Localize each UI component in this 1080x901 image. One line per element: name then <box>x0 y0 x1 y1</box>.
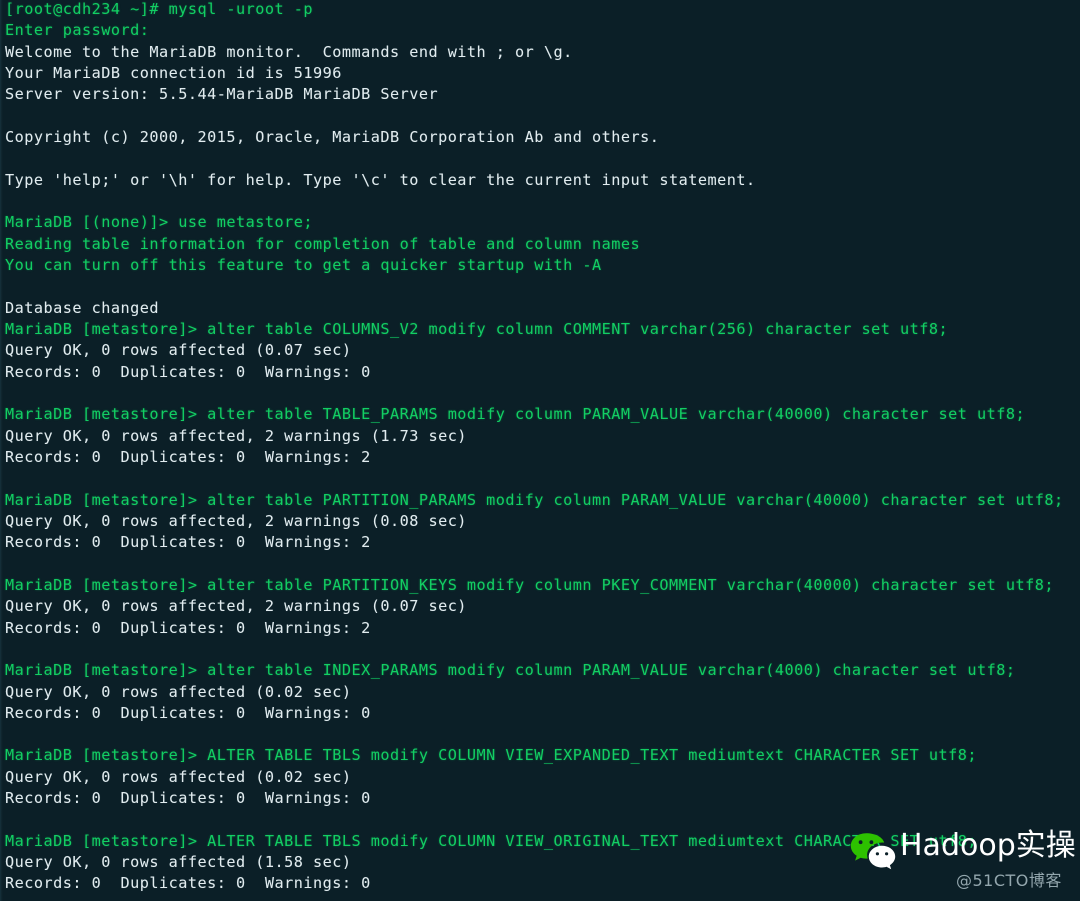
terminal-line: Records: 0 Duplicates: 0 Warnings: 2 <box>5 533 371 552</box>
terminal-line: Records: 0 Duplicates: 0 Warnings: 0 <box>5 789 371 808</box>
terminal-line: MariaDB [metastore]> alter table COLUMNS… <box>5 319 949 338</box>
terminal-line: Your MariaDB connection id is 51996 <box>5 63 342 82</box>
terminal-line: Query OK, 0 rows affected (0.02 sec) <box>5 682 352 701</box>
terminal-line: Query OK, 0 rows affected, 2 warnings (0… <box>5 597 467 616</box>
terminal-line: Copyright (c) 2000, 2015, Oracle, MariaD… <box>5 127 660 146</box>
terminal-line: Database changed <box>5 298 159 317</box>
terminal-line: Records: 0 Duplicates: 0 Warnings: 0 <box>5 874 371 893</box>
terminal-line: Type 'help;' or '\h' for help. Type '\c'… <box>5 170 756 189</box>
terminal-line: Query OK, 0 rows affected (0.02 sec) <box>5 767 352 786</box>
terminal-line: MariaDB [metastore]> ALTER TABLE TBLS mo… <box>5 746 977 765</box>
terminal-line: Enter password: <box>5 21 150 40</box>
terminal-line: Reading table information for completion… <box>5 234 641 253</box>
terminal-line: MariaDB [(none)]> use metastore; <box>5 213 313 232</box>
terminal-line: Query OK, 0 rows affected, 2 warnings (0… <box>5 511 467 530</box>
terminal-line: Records: 0 Duplicates: 0 Warnings: 0 <box>5 362 371 381</box>
terminal-line: Query OK, 0 rows affected (0.07 sec) <box>5 341 352 360</box>
terminal-line: MariaDB [metastore]> alter table PARTITI… <box>5 490 1064 509</box>
terminal-line: You can turn off this feature to get a q… <box>5 255 602 274</box>
terminal-line: Records: 0 Duplicates: 0 Warnings: 2 <box>5 447 371 466</box>
terminal-window[interactable]: [root@cdh234 ~]# mysql -uroot -p Enter pa… <box>0 0 1080 901</box>
terminal-line: MariaDB [metastore]> alter table TABLE_P… <box>5 405 1026 424</box>
terminal-line: Query OK, 0 rows affected, 2 warnings (1… <box>5 426 467 445</box>
terminal-line: Records: 0 Duplicates: 0 Warnings: 2 <box>5 618 371 637</box>
terminal-screen[interactable]: [root@cdh234 ~]# mysql -uroot -p Enter pa… <box>5 0 1080 895</box>
terminal-line: MariaDB [metastore]> ALTER TABLE TBLS mo… <box>5 831 977 850</box>
terminal-line: Query OK, 0 rows affected (1.58 sec) <box>5 853 352 872</box>
terminal-line: MariaDB [metastore]> alter table INDEX_P… <box>5 661 1016 680</box>
terminal-line: Records: 0 Duplicates: 0 Warnings: 0 <box>5 703 371 722</box>
terminal-line: MariaDB [metastore]> alter table PARTITI… <box>5 575 1054 594</box>
terminal-line: Server version: 5.5.44-MariaDB MariaDB S… <box>5 85 439 104</box>
terminal-line: [root@cdh234 ~]# mysql -uroot -p <box>5 0 313 18</box>
terminal-line: Welcome to the MariaDB monitor. Commands… <box>5 42 573 61</box>
